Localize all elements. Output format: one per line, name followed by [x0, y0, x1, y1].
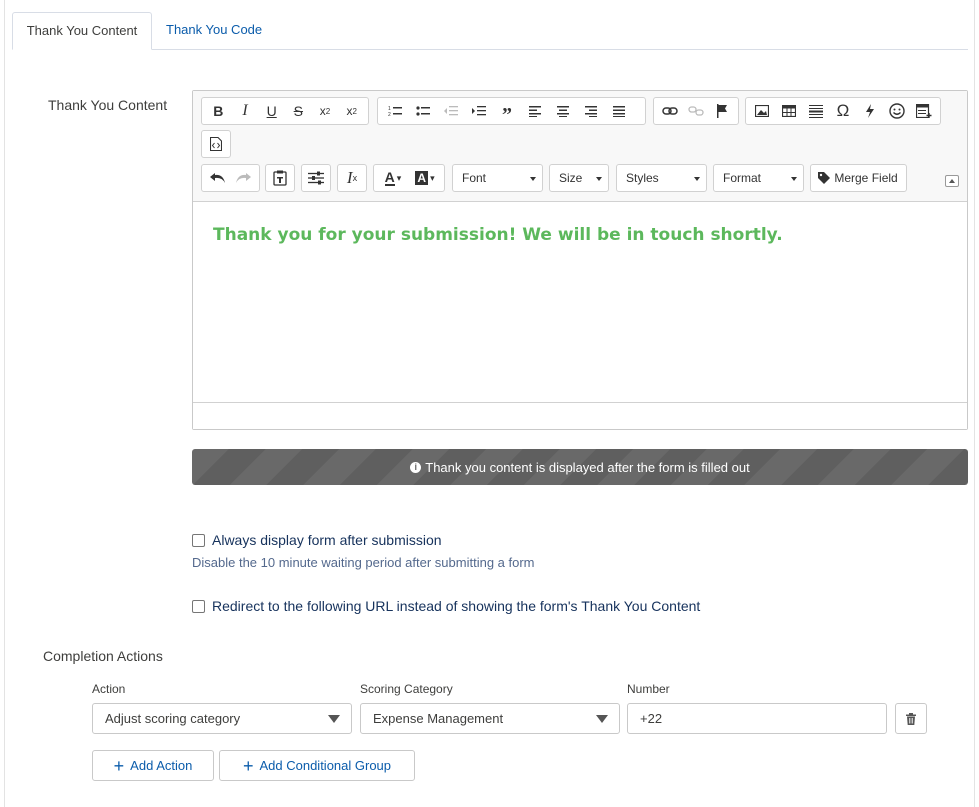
scoring-category-select-value: Expense Management: [373, 711, 504, 726]
paste-icon[interactable]: [266, 166, 294, 190]
action-select-value: Adjust scoring category: [105, 711, 241, 726]
tab-thank-you-code[interactable]: Thank You Code: [154, 12, 274, 50]
table-icon[interactable]: [776, 99, 803, 123]
template-icon[interactable]: [910, 99, 937, 123]
size-dropdown-label: Size: [559, 171, 583, 185]
merge-field-label: Merge Field: [834, 171, 898, 185]
subscript-button[interactable]: x2: [312, 99, 339, 123]
font-dropdown-label: Font: [462, 171, 487, 185]
action-select[interactable]: Adjust scoring category: [92, 703, 352, 734]
horizontal-rule-icon[interactable]: [803, 99, 830, 123]
basic-styles-group: B I U S x2 x2: [201, 97, 369, 125]
editor-toolbar: B I U S x2 x2 12 ” Ω I x A ▾ A ▾ Font Si…: [193, 91, 967, 202]
remove-format-icon[interactable]: Ix: [338, 166, 366, 190]
sliders-icon[interactable]: [302, 166, 330, 190]
styles-dropdown[interactable]: Styles: [616, 164, 707, 192]
history-group: [201, 164, 260, 192]
add-action-label: Add Action: [130, 758, 193, 773]
tag-icon: [818, 172, 830, 184]
add-action-button[interactable]: + Add Action: [92, 750, 214, 781]
redirect-option: Redirect to the following URL instead of…: [192, 598, 700, 614]
chevron-down-icon: [791, 177, 797, 181]
underline-button[interactable]: U: [258, 99, 285, 123]
unlink-icon[interactable]: [683, 99, 709, 123]
paste-group: [265, 164, 295, 192]
font-dropdown[interactable]: Font: [452, 164, 543, 192]
redirect-checkbox[interactable]: [192, 599, 205, 613]
align-center-icon[interactable]: [549, 99, 577, 123]
svg-text:2: 2: [388, 112, 391, 117]
delete-action-button[interactable]: [895, 703, 927, 734]
link-icon[interactable]: [657, 99, 683, 123]
outdent-icon[interactable]: [437, 99, 465, 123]
blockquote-icon[interactable]: ”: [493, 99, 521, 126]
options-group: [301, 164, 331, 192]
undo-icon[interactable]: [205, 166, 231, 190]
superscript-button[interactable]: x2: [338, 99, 365, 123]
size-dropdown[interactable]: Size: [549, 164, 609, 192]
styles-dropdown-label: Styles: [626, 171, 659, 185]
plus-icon: +: [242, 755, 254, 776]
always-display-help-text: Disable the 10 minute waiting period aft…: [192, 555, 535, 570]
redo-icon[interactable]: [231, 166, 257, 190]
thank-you-message: Thank you for your submission! We will b…: [213, 225, 783, 245]
bulleted-list-icon[interactable]: [409, 99, 437, 123]
editor-status-bar: [193, 402, 967, 429]
completion-actions-title: Completion Actions: [43, 648, 163, 664]
tab-bar: Thank You Content Thank You Code: [12, 12, 968, 50]
anchor-flag-icon[interactable]: [709, 99, 735, 123]
always-display-checkbox[interactable]: [192, 533, 205, 547]
colors-group: A ▾ A ▾: [373, 164, 445, 192]
tab-thank-you-content[interactable]: Thank You Content: [12, 12, 152, 50]
chevron-down-icon: [694, 177, 700, 181]
redirect-label: Redirect to the following URL instead of…: [212, 598, 701, 614]
plus-icon: +: [113, 755, 125, 776]
links-group: [653, 97, 739, 125]
align-right-icon[interactable]: [577, 99, 605, 123]
image-icon[interactable]: [749, 99, 776, 123]
rich-text-editor: B I U S x2 x2 12 ” Ω I x A ▾ A ▾ Font Si…: [192, 90, 968, 430]
text-color-icon[interactable]: A ▾: [377, 166, 409, 190]
scoring-category-select[interactable]: Expense Management: [360, 703, 620, 734]
add-conditional-group-label: Add Conditional Group: [259, 758, 392, 773]
scoring-category-column-header: Scoring Category: [360, 682, 453, 696]
format-dropdown[interactable]: Format: [713, 164, 804, 192]
insert-group: Ω: [745, 97, 941, 125]
dropdown-arrow-icon: [596, 715, 608, 723]
thank-you-content-label: Thank You Content: [48, 97, 168, 113]
source-code-icon[interactable]: [202, 132, 230, 156]
action-column-header: Action: [92, 682, 126, 696]
indent-icon[interactable]: [465, 99, 493, 123]
bold-button[interactable]: B: [205, 99, 232, 123]
add-conditional-group-button[interactable]: + Add Conditional Group: [219, 750, 415, 781]
clear-format-group: Ix: [337, 164, 367, 192]
number-column-header: Number: [627, 682, 670, 696]
emoji-icon[interactable]: [883, 99, 910, 123]
special-character-icon[interactable]: Ω: [830, 99, 857, 123]
format-dropdown-label: Format: [723, 171, 762, 185]
number-input[interactable]: +22: [627, 703, 887, 734]
trash-icon: [906, 712, 916, 725]
strikethrough-button[interactable]: S: [285, 99, 312, 123]
align-left-icon[interactable]: [521, 99, 549, 123]
italic-button[interactable]: I: [232, 99, 259, 123]
numbered-list-icon[interactable]: 12: [381, 99, 409, 123]
always-display-label: Always display form after submission: [212, 532, 442, 548]
source-group: [201, 130, 231, 158]
chevron-down-icon: [530, 177, 536, 181]
dropdown-arrow-icon: [328, 715, 340, 723]
info-banner: i Thank you content is displayed after t…: [192, 449, 968, 485]
paragraph-group: 12 ”: [377, 97, 646, 126]
collapse-toolbar-icon[interactable]: [945, 175, 959, 187]
merge-field-button[interactable]: Merge Field: [810, 164, 907, 192]
editor-content-area[interactable]: Thank you for your submission! We will b…: [193, 203, 967, 402]
info-banner-text: Thank you content is displayed after the…: [425, 459, 750, 475]
info-icon: i: [410, 461, 422, 473]
chevron-down-icon: [596, 177, 602, 181]
background-color-icon[interactable]: A ▾: [409, 166, 441, 190]
lightning-icon[interactable]: [856, 99, 883, 123]
always-display-option: Always display form after submission: [192, 532, 442, 548]
justify-icon[interactable]: [605, 99, 633, 123]
